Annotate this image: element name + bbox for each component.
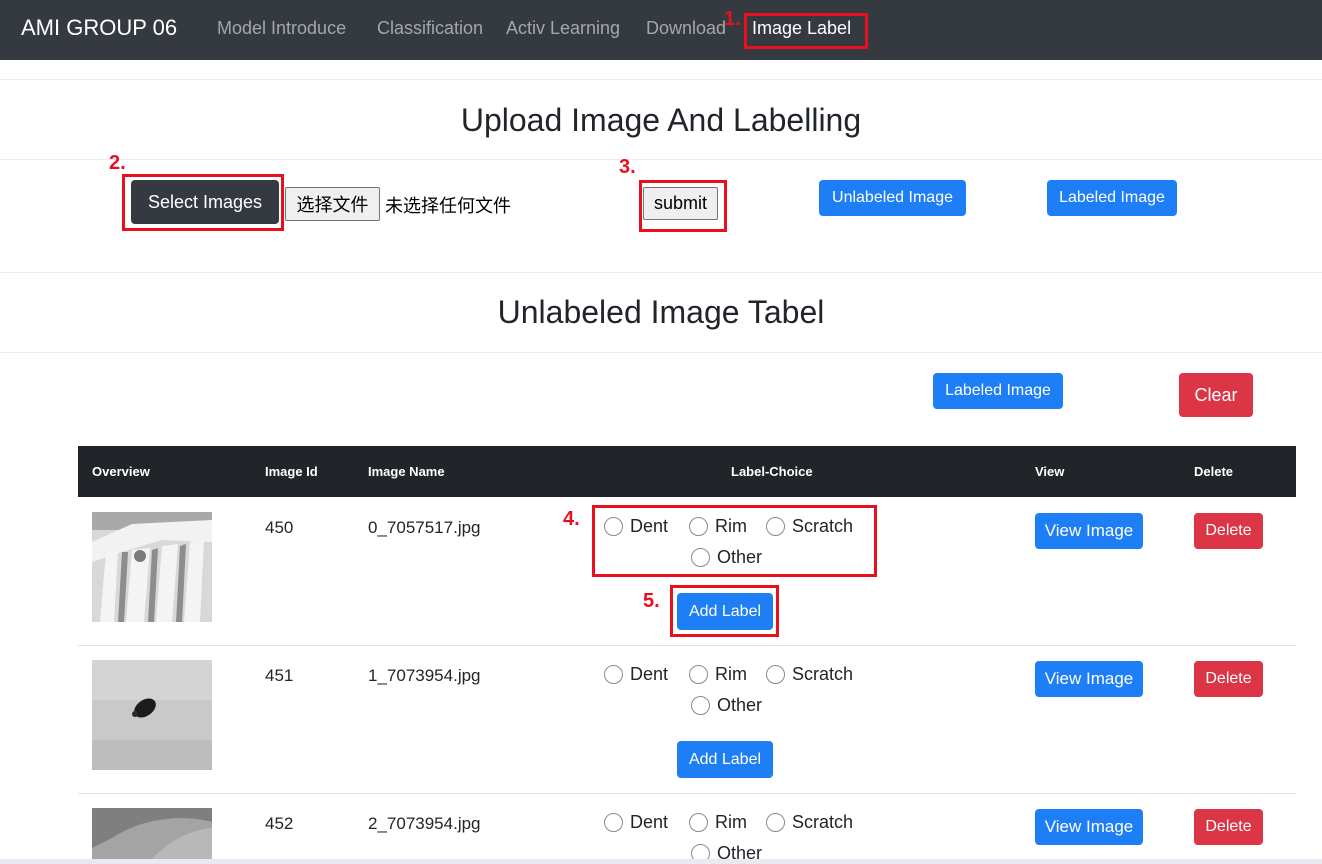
- radio-label: Dent: [630, 516, 669, 536]
- image-name: 1_7073954.jpg: [368, 666, 481, 685]
- image-id: 451: [265, 666, 294, 685]
- radio-circle[interactable]: [766, 813, 785, 832]
- header-image-id: Image Id: [265, 464, 318, 479]
- radio-label: Dent: [630, 664, 669, 684]
- clear-button[interactable]: Clear: [1179, 373, 1253, 417]
- annotation-number-3: 3.: [619, 156, 636, 178]
- submit-button[interactable]: submit: [643, 187, 718, 220]
- radio-label: Scratch: [792, 664, 854, 684]
- radio-dent[interactable]: Dent: [604, 812, 668, 833]
- nav-model-introduce[interactable]: Model Introduce: [217, 18, 346, 39]
- image-name: 0_7057517.jpg: [368, 518, 481, 537]
- annotation-number-5: 5.: [643, 590, 660, 612]
- choose-file-button[interactable]: 选择文件: [285, 187, 380, 221]
- radio-circle[interactable]: [689, 813, 708, 832]
- radio-circle[interactable]: [689, 517, 708, 536]
- radio-label: Other: [717, 547, 763, 567]
- header-overview: Overview: [92, 464, 150, 479]
- radio-label: Dent: [630, 812, 669, 832]
- radio-circle[interactable]: [604, 517, 623, 536]
- thumbnail-image: [92, 512, 212, 622]
- divider: [0, 272, 1322, 273]
- image-name: 2_7073954.jpg: [368, 814, 481, 833]
- radio-label: Scratch: [792, 516, 854, 536]
- thumbnail-image: [92, 808, 212, 859]
- radio-label: Rim: [715, 812, 747, 832]
- labeled-image-button[interactable]: Labeled Image: [1047, 180, 1177, 216]
- annotation-number-1: 1.: [724, 8, 741, 30]
- table-heading: Unlabeled Image Tabel: [497, 294, 825, 330]
- radio-circle[interactable]: [691, 696, 710, 715]
- radio-label: Rim: [715, 516, 747, 536]
- radio-scratch[interactable]: Scratch: [766, 664, 853, 685]
- divider: [0, 79, 1322, 80]
- header-delete: Delete: [1194, 464, 1234, 479]
- nav-activ-learning[interactable]: Activ Learning: [506, 18, 620, 39]
- table-labeled-image-button[interactable]: Labeled Image: [933, 373, 1063, 409]
- radio-label: Other: [717, 695, 763, 715]
- radio-rim[interactable]: Rim: [689, 812, 747, 833]
- table-header: Overview Image Id Image Name Label-Choic…: [78, 446, 1296, 497]
- radio-rim[interactable]: Rim: [689, 664, 747, 685]
- radio-other[interactable]: Other: [691, 695, 762, 716]
- view-image-button[interactable]: View Image: [1035, 513, 1143, 549]
- annotation-number-2: 2.: [109, 152, 126, 174]
- radio-label: Rim: [715, 664, 747, 684]
- divider: [0, 352, 1322, 353]
- radio-circle[interactable]: [604, 813, 623, 832]
- radio-label: Scratch: [792, 812, 854, 832]
- row-divider: [78, 793, 1296, 794]
- view-image-button[interactable]: View Image: [1035, 809, 1143, 845]
- file-status-text: 未选择任何文件: [385, 196, 511, 216]
- view-image-button[interactable]: View Image: [1035, 661, 1143, 697]
- radio-circle[interactable]: [691, 548, 710, 567]
- row-divider: [78, 645, 1296, 646]
- annotation-number-4: 4.: [563, 508, 580, 530]
- add-label-button[interactable]: Add Label: [677, 741, 773, 778]
- image-id: 450: [265, 518, 294, 537]
- divider: [0, 159, 1322, 160]
- radio-circle[interactable]: [604, 665, 623, 684]
- add-label-button[interactable]: Add Label: [677, 593, 773, 630]
- nav-download[interactable]: Download: [646, 18, 726, 39]
- radio-rim[interactable]: Rim: [689, 516, 747, 537]
- header-view: View: [1035, 464, 1065, 479]
- nav-classification[interactable]: Classification: [377, 18, 483, 39]
- upload-heading: Upload Image And Labelling: [460, 102, 862, 138]
- delete-button[interactable]: Delete: [1194, 513, 1263, 549]
- delete-button[interactable]: Delete: [1194, 809, 1263, 845]
- thumbnail-image: [92, 660, 212, 770]
- image-id: 452: [265, 814, 294, 833]
- radio-circle[interactable]: [766, 665, 785, 684]
- brand-title[interactable]: AMI GROUP 06: [21, 15, 177, 41]
- radio-scratch[interactable]: Scratch: [766, 812, 853, 833]
- radio-circle[interactable]: [766, 517, 785, 536]
- nav-image-label[interactable]: Image Label: [752, 18, 851, 39]
- unlabeled-image-button[interactable]: Unlabeled Image: [819, 180, 966, 216]
- horizontal-scrollbar[interactable]: [0, 859, 1322, 864]
- select-images-button[interactable]: Select Images: [131, 180, 279, 224]
- header-label-choice: Label-Choice: [731, 464, 813, 479]
- radio-other[interactable]: Other: [691, 547, 762, 568]
- radio-circle[interactable]: [689, 665, 708, 684]
- radio-scratch[interactable]: Scratch: [766, 516, 853, 537]
- radio-dent[interactable]: Dent: [604, 516, 668, 537]
- delete-button[interactable]: Delete: [1194, 661, 1263, 697]
- header-image-name: Image Name: [368, 464, 445, 479]
- radio-dent[interactable]: Dent: [604, 664, 668, 685]
- navbar: AMI GROUP 06 Model Introduce Classificat…: [0, 0, 1322, 60]
